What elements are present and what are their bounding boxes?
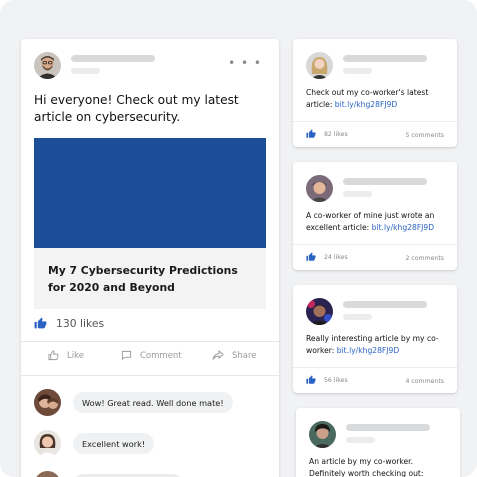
author-name-placeholder [71, 55, 155, 62]
comment-bubble: Excellent work! [73, 433, 155, 454]
article-link-card[interactable]: My 7 Cybersecurity Predictions for 2020 … [34, 248, 266, 309]
feed-card: An article by my co-worker. Definitely w… [296, 408, 460, 477]
comments-count[interactable]: 2 comments [405, 255, 444, 262]
avatar[interactable] [309, 421, 336, 448]
likes-summary[interactable]: 56 likes [306, 375, 348, 385]
comment-item: Wow! Great read. Well done mate! [34, 389, 233, 416]
post-time-placeholder [343, 314, 372, 320]
article-link[interactable]: bit.ly/khg28FJ9D [372, 223, 434, 232]
thumbs-up-icon [34, 317, 47, 328]
comment-item: Excellent work! [34, 430, 155, 457]
likes-count: 130 likes [56, 316, 105, 330]
share-icon [212, 350, 224, 360]
post-time-placeholder [343, 68, 372, 74]
comment-icon [121, 350, 132, 361]
feed-card-footer: 82 likes 5 comments [293, 121, 457, 147]
thumbs-up-icon [306, 375, 316, 384]
likes-summary[interactable]: 82 likes [306, 129, 348, 139]
avatar[interactable] [306, 52, 333, 79]
feed-card: A co-worker of mine just wrote an excell… [293, 162, 457, 270]
comments-count[interactable]: 5 comments [405, 132, 444, 139]
feed-post-text: Really interesting article by my co-work… [306, 333, 446, 356]
avatar[interactable] [34, 389, 61, 416]
article-image[interactable] [34, 138, 266, 248]
like-button[interactable]: Like [48, 350, 84, 361]
feed-post-text: A co-worker of mine just wrote an excell… [306, 210, 446, 233]
avatar[interactable] [306, 175, 333, 202]
feed-post-text: Check out my co-worker's latest article:… [306, 87, 446, 110]
likes-count: 24 likes [324, 253, 348, 261]
thumbs-up-outline-icon [48, 350, 59, 361]
feed-post-text: An article by my co-worker. Definitely w… [309, 457, 424, 477]
comment-bubble: Wow! Great read. Well done mate! [73, 392, 233, 413]
divider [21, 375, 279, 376]
author-name-placeholder [343, 301, 427, 308]
likes-summary[interactable]: 24 likes [306, 252, 348, 262]
avatar[interactable] [34, 430, 61, 457]
article-link[interactable]: bit.ly/khg28FJ9D [337, 346, 399, 355]
thumbs-up-icon [306, 252, 316, 261]
comment-item [34, 471, 183, 477]
comments-count[interactable]: 4 comments [405, 378, 444, 385]
share-button[interactable]: Share [212, 350, 257, 361]
likes-count: 56 likes [324, 376, 348, 384]
divider [21, 341, 279, 342]
author-name-placeholder [343, 55, 427, 62]
avatar[interactable] [34, 52, 61, 79]
post-text: Hi everyone! Check out my latest article… [34, 93, 239, 124]
article-link[interactable]: bit.ly/khg28FJ9D [335, 100, 397, 109]
comment-label: Comment [140, 350, 182, 361]
like-label: Like [67, 350, 84, 361]
avatar[interactable] [306, 298, 333, 325]
post-time-placeholder [346, 437, 375, 443]
post-time-placeholder [71, 68, 100, 74]
main-post-card: • • • Hi everyone! Check out my latest a… [21, 39, 279, 477]
feed-card-footer: 24 likes 2 comments [293, 244, 457, 270]
likes-count: 82 likes [324, 130, 348, 138]
author-name-placeholder [346, 424, 430, 431]
thumbs-up-icon [306, 129, 316, 138]
feed-card: Really interesting article by my co-work… [293, 285, 457, 393]
feed-card: Check out my co-worker's latest article:… [293, 39, 457, 147]
article-title: My 7 Cybersecurity Predictions for 2020 … [48, 264, 238, 294]
comment-button[interactable]: Comment [121, 350, 182, 361]
feed-card-footer: 56 likes 4 comments [293, 367, 457, 393]
author-name-placeholder [343, 178, 427, 185]
more-horizontal-icon[interactable]: • • • [228, 56, 262, 70]
avatar[interactable] [34, 471, 61, 477]
share-label: Share [232, 350, 257, 361]
post-time-placeholder [343, 191, 372, 197]
likes-summary[interactable]: 130 likes [34, 315, 104, 331]
post-actions: Like Comment Share [21, 348, 279, 368]
